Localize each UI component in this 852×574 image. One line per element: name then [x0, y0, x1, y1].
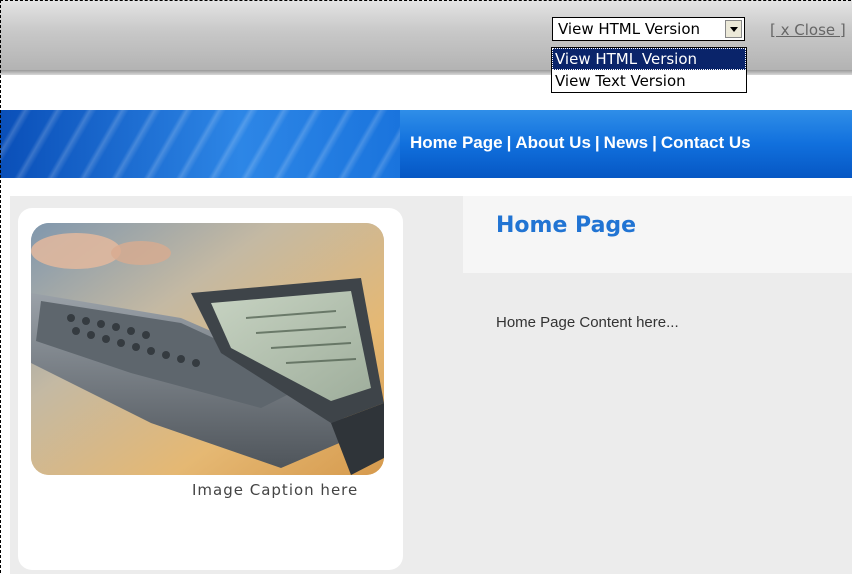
chevron-down-icon[interactable] [725, 20, 742, 38]
view-select-value: View HTML Version [558, 20, 701, 38]
pda-device-illustration [31, 223, 384, 475]
nav-separator: | [594, 133, 600, 152]
page-title: Home Page [496, 213, 637, 238]
option-html-version[interactable]: View HTML Version [552, 48, 746, 70]
nav-separator: | [506, 133, 512, 152]
page-content-text: Home Page Content here... [496, 314, 679, 331]
featured-image [31, 223, 384, 475]
option-text-version[interactable]: View Text Version [552, 70, 746, 92]
view-version-select[interactable]: View HTML Version [552, 17, 745, 41]
banner-graphic [0, 110, 400, 178]
nav-separator: | [652, 133, 657, 152]
close-link[interactable]: [ x Close ] [770, 21, 846, 39]
nav-contact-us[interactable]: Contact Us [661, 133, 751, 152]
nav-news[interactable]: News [604, 133, 648, 152]
image-caption: Image Caption here [192, 481, 359, 499]
main-nav: Home Page | About Us | News | Contact Us [410, 133, 751, 153]
nav-about-us[interactable]: About Us [515, 133, 591, 152]
nav-home-page[interactable]: Home Page [410, 133, 503, 152]
view-version-dropdown[interactable]: View HTML Version View Text Version [551, 47, 747, 93]
